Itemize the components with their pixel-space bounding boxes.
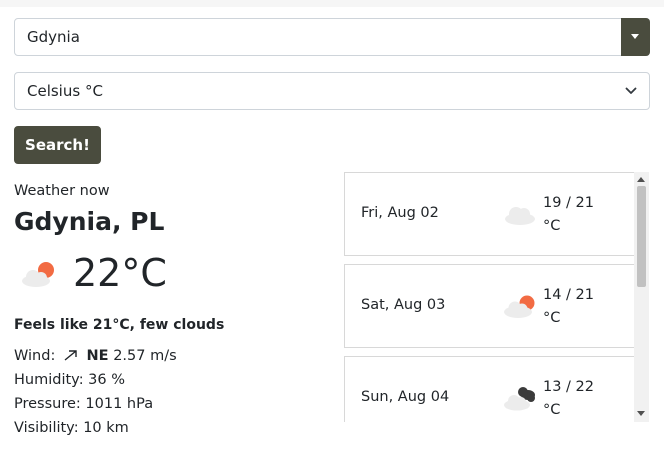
top-strip [0,0,664,7]
few-clouds-day-icon [504,295,535,318]
forecast-temp-range: 13 / 22 °C [543,376,623,422]
forecast-scrollbar[interactable] [634,172,649,422]
wind-speed: 2.57 m/s [113,348,177,364]
forecast-date: Sun, Aug 04 [361,389,450,405]
forecast-unit: °C [543,218,561,234]
pressure-info: Pressure: 1011 hPa [14,396,154,412]
forecast-card: Sat, Aug 03 14 / 21 °C [344,264,635,348]
wind-info: Wind: NE 2.57 m/s [14,348,177,364]
forecast-date: Sat, Aug 03 [361,297,446,313]
wind-label: Wind: [14,348,56,364]
scrollbar-thumb[interactable] [637,186,646,287]
caret-down-icon [631,34,639,39]
forecast-list[interactable]: Fri, Aug 02 19 / 21 °C Sat, Aug 03 14 / … [344,172,650,422]
forecast-min-max: 14 / 21 [543,287,595,303]
city-dropdown-toggle[interactable] [621,18,650,56]
cloud-icon [505,207,535,225]
visibility-info: Visibility: 10 km [14,420,129,436]
search-button[interactable]: Search! [14,126,101,164]
broken-clouds-icon [504,387,535,411]
wind-direction-arrow-icon [64,350,77,361]
forecast-temp-range: 14 / 21 °C [543,284,623,330]
scroll-down-arrow-icon[interactable] [637,411,645,416]
forecast-card: Sun, Aug 04 13 / 22 °C [344,356,635,422]
city-select[interactable]: Gdynia [14,18,650,56]
forecast-min-max: 19 / 21 [543,195,595,211]
chevron-down-icon [625,87,637,94]
location-title: Gdynia, PL [14,207,165,236]
forecast-card: Fri, Aug 02 19 / 21 °C [344,172,635,256]
city-select-value: Gdynia [27,28,80,46]
wind-direction: NE [86,348,109,364]
forecast-min-max: 13 / 22 [543,379,595,395]
weather-now-heading: Weather now [14,183,110,199]
feels-like-text: Feels like 21°C, few clouds [14,317,225,333]
current-temperature: 22°C [73,251,167,295]
forecast-unit: °C [543,402,561,418]
humidity-info: Humidity: 36 % [14,372,126,388]
unit-select-value: Celsius °C [27,82,103,100]
forecast-temp-range: 19 / 21 °C [543,192,623,238]
scroll-up-arrow-icon[interactable] [637,177,645,182]
unit-select[interactable]: Celsius °C [14,72,650,110]
forecast-date: Fri, Aug 02 [361,205,439,221]
forecast-unit: °C [543,310,561,326]
few-clouds-day-icon [22,262,54,287]
